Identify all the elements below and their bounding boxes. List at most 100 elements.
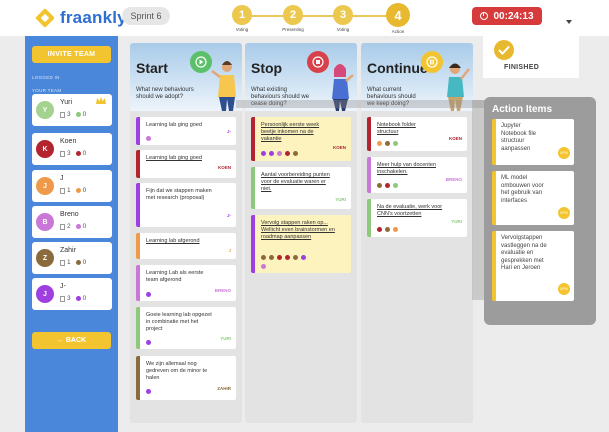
sprint-badge[interactable]: Sprint 6 <box>122 7 170 25</box>
retro-card[interactable]: Persoonlijk eerste week beetje inkomen n… <box>251 117 351 161</box>
finished-panel[interactable]: FINISHED <box>483 36 579 78</box>
member-stats: 3 0 <box>60 111 86 118</box>
vote-dots <box>377 141 401 146</box>
member-stats: 2 0 <box>60 223 86 230</box>
vote-dot-icon <box>261 255 266 260</box>
avatar: K <box>36 140 54 158</box>
step-number: 4 <box>386 3 410 27</box>
team-member-card[interactable]: B Breno 2 0 <box>32 206 112 238</box>
vote-dots <box>377 227 401 232</box>
start-column: Start What new behaviours should we adop… <box>130 43 242 423</box>
retro-card[interactable]: Meer hulp van docenten inschakelen. BREN… <box>367 157 467 193</box>
vote-dot-icon <box>393 183 398 188</box>
avatar: J <box>36 177 54 195</box>
action-item-card[interactable]: Jupyter Notebook file structuur aanpasse… <box>492 119 574 165</box>
member-vote-count: 0 <box>82 111 87 118</box>
action-item-text: Vervolgstappen vastleggen na de evaluati… <box>501 235 547 271</box>
member-stats: 1 0 <box>60 259 86 266</box>
card-text: Learning lab ging goed <box>146 155 202 161</box>
vote-dot-icon <box>75 224 81 229</box>
card-text: Learning lab afgerond <box>146 238 200 244</box>
action-items-title: Action Items <box>492 104 553 115</box>
column-header: Start What new behaviours should we adop… <box>130 43 242 111</box>
action-item-text: ML model ombouwen voor het gebruik van i… <box>501 175 544 204</box>
member-name: Yuri <box>60 99 73 106</box>
vote-dots <box>261 151 301 156</box>
member-name: Koen <box>60 138 77 145</box>
avatar: J <box>36 285 54 303</box>
retro-card[interactable]: Notebook folder structuur KOEN <box>367 117 467 151</box>
step-4-active: 4 Action <box>384 3 412 34</box>
team-member-card[interactable]: J J 1 0 <box>32 170 112 202</box>
card-author: KOEN <box>217 165 231 170</box>
step-label: Presenting <box>282 27 304 32</box>
vote-dot-icon <box>385 227 390 232</box>
team-member-card[interactable]: J J- 3 0 <box>32 278 112 310</box>
member-stats: 3 0 <box>60 150 86 157</box>
member-name: J- <box>60 283 66 290</box>
retro-card[interactable]: Na de evaluatie, werk voor CNN's voortze… <box>367 199 467 237</box>
vote-dot-icon <box>146 389 151 394</box>
logo[interactable]: fraankly <box>35 8 127 28</box>
vote-dot-icon <box>285 255 290 260</box>
column-title: Stop <box>251 60 283 76</box>
cards-icon <box>60 223 65 230</box>
team-member-card[interactable]: Y Yuri 3 0 <box>32 94 112 126</box>
action-item-card[interactable]: Vervolgstappen vastleggen na de evaluati… <box>492 231 574 301</box>
team-member-card[interactable]: Z Zahir 1 0 <box>32 242 112 274</box>
member-vote-count: 0 <box>82 259 87 266</box>
member-vote-count: 0 <box>82 187 87 194</box>
card-author: BRENO <box>445 177 462 182</box>
invite-team-button[interactable]: INVITE TEAM <box>32 46 111 63</box>
member-card-count: 3 <box>67 111 71 118</box>
vote-dot-icon <box>285 151 290 156</box>
steps-connector <box>242 15 402 17</box>
stopwatch-icon <box>480 12 489 20</box>
column-subtitle: What new behaviours should we adopt? <box>136 87 194 100</box>
progress-steps: 1 Voting 2 Presenting 3 Voting 4 Action <box>228 3 418 35</box>
crown-icon <box>96 97 106 104</box>
step-label: Voting <box>235 27 249 32</box>
vote-dot-icon <box>75 260 81 265</box>
team-member-card[interactable]: K Koen 3 0 <box>32 133 112 165</box>
vote-dot-icon <box>377 141 382 146</box>
retro-card[interactable]: Learning Lab als eerste team afgerond BR… <box>136 265 236 301</box>
vote-dot-icon <box>146 136 151 141</box>
retro-card[interactable]: Goeie learning lab opgezet in combinatie… <box>136 307 236 349</box>
vote-dots <box>261 255 309 260</box>
vote-dot-icon <box>261 264 266 269</box>
member-name: J <box>60 175 64 182</box>
step-number: 1 <box>232 5 252 25</box>
checkmark-icon <box>494 40 514 60</box>
vote-dot-icon <box>377 227 382 232</box>
card-author: YURI <box>220 336 231 341</box>
card-author: BRENO <box>214 288 231 293</box>
retro-card[interactable]: Vervolg stappen raken op... Wellicht eve… <box>251 215 351 273</box>
step-1: 1 Voting <box>228 5 256 32</box>
retro-card[interactable]: Fijn dat we stappen maken met research (… <box>136 183 236 227</box>
card-author: J <box>228 248 231 253</box>
cards-icon <box>60 111 65 118</box>
card-text: Na de evaluatie, werk voor CNN's voortze… <box>377 204 443 217</box>
action-item-card[interactable]: ML model ombouwen voor het gebruik van i… <box>492 171 574 225</box>
retro-card[interactable]: Learning lab afgerond J <box>136 233 236 259</box>
vote-dot-icon <box>293 255 298 260</box>
vote-dots <box>146 340 154 345</box>
vote-dot-icon <box>293 151 298 156</box>
retro-card[interactable]: Learning lab ging goed J- <box>136 117 236 145</box>
back-button[interactable]: ← BACK <box>32 332 111 349</box>
retro-card[interactable]: Aantal voorbereiding punten voor de eval… <box>251 167 351 209</box>
vote-dot-icon <box>146 340 151 345</box>
card-author: YURI <box>451 219 462 224</box>
vote-dot-icon <box>385 141 390 146</box>
cards-icon <box>60 295 65 302</box>
cards-icon <box>60 259 65 266</box>
retro-card[interactable]: We zijn allemaal nog gedreven om de mino… <box>136 356 236 400</box>
vote-dot-icon <box>75 296 81 301</box>
member-stats: 1 0 <box>60 187 86 194</box>
retro-card[interactable]: Learning lab ging goed KOEN <box>136 150 236 178</box>
chevron-down-icon[interactable] <box>566 20 572 24</box>
card-text: Fijn dat we stappen maken met research (… <box>146 188 212 201</box>
timer-value: 00:24:13 <box>493 10 534 22</box>
vote-dots <box>261 264 269 269</box>
